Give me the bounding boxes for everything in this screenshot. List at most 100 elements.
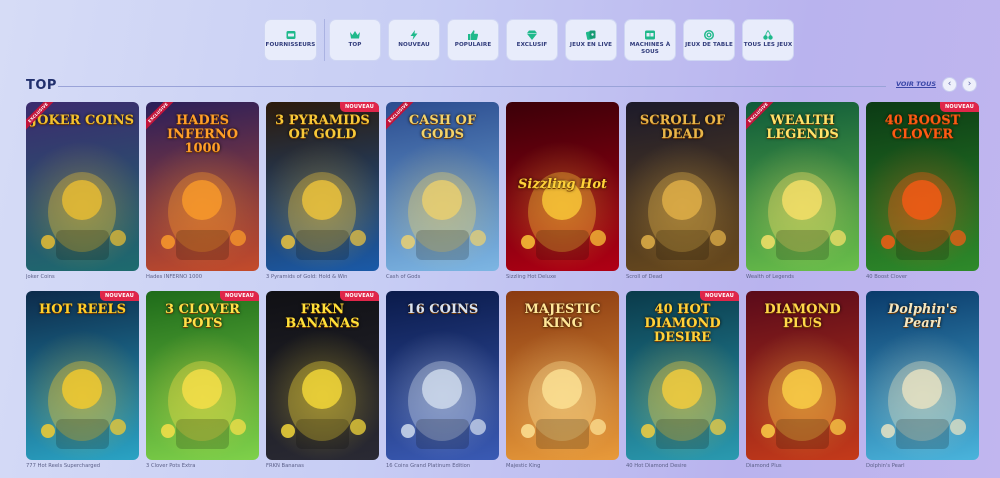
crown-icon bbox=[349, 26, 361, 39]
game-thumbnail[interactable]: Dolphin's Pearl bbox=[866, 291, 979, 460]
game-name: Diamond Plus bbox=[746, 463, 782, 469]
game-tile[interactable]: HOT REELS NOUVEAU 777 Hot Reels Supercharg… bbox=[26, 291, 139, 469]
game-thumbnail[interactable]: WEALTH LEGENDS EXCLUSIVE bbox=[746, 102, 859, 271]
category-label: Fournisseurs bbox=[265, 42, 316, 48]
next-arrow-button[interactable]: › bbox=[962, 77, 977, 92]
category-label: Exclusif bbox=[516, 42, 548, 48]
category-label: Nouveau bbox=[398, 42, 430, 48]
view-all-link[interactable]: VOIR TOUS bbox=[896, 80, 936, 88]
game-tile[interactable]: Sizzling Hot Sizzling Hot Deluxe bbox=[506, 102, 619, 280]
category-separator bbox=[324, 19, 325, 61]
new-badge: NOUVEAU bbox=[220, 291, 259, 301]
new-badge: NOUVEAU bbox=[340, 291, 379, 301]
prev-arrow-button[interactable]: ‹ bbox=[942, 77, 957, 92]
game-logo: 40 HOT DIAMOND DESIRE bbox=[644, 302, 721, 345]
category-label: Tous les jeux bbox=[743, 42, 793, 48]
category-label: Populaire bbox=[454, 42, 492, 48]
game-logo: HADES INFERNO 1000 bbox=[166, 113, 239, 156]
game-tile[interactable]: FRKN BANANAS NOUVEAU FRKN Bananas bbox=[266, 291, 379, 469]
game-tile[interactable]: SCROLL OF DEAD Scroll of Dead bbox=[626, 102, 739, 280]
game-logo: MAJESTIC KING bbox=[524, 302, 601, 331]
game-thumbnail[interactable]: 40 BOOST CLOVER NOUVEAU bbox=[866, 102, 979, 271]
game-tile[interactable]: CASH OF GODS EXCLUSIVE Cash of Gods bbox=[386, 102, 499, 280]
category-top[interactable]: Top bbox=[329, 19, 381, 61]
thumbs-up-icon bbox=[467, 26, 479, 40]
game-logo: CASH OF GODS bbox=[408, 113, 477, 142]
game-logo: SCROLL OF DEAD bbox=[639, 113, 726, 142]
category-label: Jeux de table bbox=[685, 42, 733, 48]
category-bar: Fournisseurs Top Nouveau Populaire Exclusif J… bbox=[264, 19, 801, 61]
game-name: Cash of Gods bbox=[386, 274, 421, 280]
game-thumbnail[interactable]: 3 CLOVER POTS NOUVEAU bbox=[146, 291, 259, 460]
new-badge: NOUVEAU bbox=[940, 102, 979, 112]
game-name: Scroll of Dead bbox=[626, 274, 663, 280]
game-tile[interactable]: Dolphin's Pearl Dolphin's Pearl bbox=[866, 291, 979, 469]
game-name: 16 Coins Grand Platinum Edition bbox=[386, 463, 471, 469]
game-thumbnail[interactable]: JOKER COINS EXCLUSIVE bbox=[26, 102, 139, 271]
game-tile[interactable]: 40 BOOST CLOVER NOUVEAU 40 Boost Clover bbox=[866, 102, 979, 280]
game-logo: Sizzling Hot bbox=[518, 177, 607, 192]
category-populaire[interactable]: Populaire bbox=[447, 19, 499, 61]
game-name: Dolphin's Pearl bbox=[866, 463, 905, 469]
game-thumbnail[interactable]: 3 PYRAMIDS OF GOLD NOUVEAU bbox=[266, 102, 379, 271]
game-name: 40 Boost Clover bbox=[866, 274, 908, 280]
category-tous-les-jeux[interactable]: Tous les jeux bbox=[742, 19, 794, 61]
provider-icon bbox=[285, 26, 297, 39]
category-exclusif[interactable]: Exclusif bbox=[506, 19, 558, 61]
category-label: Top bbox=[348, 42, 362, 48]
game-tile[interactable]: 16 COINS 16 Coins Grand Platinum Edition bbox=[386, 291, 499, 469]
category-jeux-de-table[interactable]: Jeux de table bbox=[683, 19, 735, 61]
category-nouveau[interactable]: Nouveau bbox=[388, 19, 440, 61]
game-tile[interactable]: WEALTH LEGENDS EXCLUSIVE Wealth of Legends bbox=[746, 102, 859, 280]
chip-icon bbox=[703, 26, 715, 40]
game-logo: FRKN BANANAS bbox=[285, 302, 360, 331]
game-thumbnail[interactable]: HOT REELS NOUVEAU bbox=[26, 291, 139, 460]
game-logo: WEALTH LEGENDS bbox=[766, 113, 839, 142]
game-tile[interactable]: 3 CLOVER POTS NOUVEAU 3 Clover Pots Extra bbox=[146, 291, 259, 469]
game-logo: 16 COINS bbox=[406, 302, 479, 317]
game-logo: DIAMOND PLUS bbox=[764, 302, 841, 331]
game-name: 3 Clover Pots Extra bbox=[146, 463, 196, 469]
category-label: Jeux en live bbox=[569, 42, 613, 48]
game-logo: Dolphin's Pearl bbox=[887, 302, 958, 331]
game-thumbnail[interactable]: 16 COINS bbox=[386, 291, 499, 460]
game-tile[interactable]: JOKER COINS EXCLUSIVE Joker Coins bbox=[26, 102, 139, 280]
category-machines-sous[interactable]: Machines à sous bbox=[624, 19, 676, 61]
game-thumbnail[interactable]: MAJESTIC KING bbox=[506, 291, 619, 460]
game-thumbnail[interactable]: HADES INFERNO 1000 EXCLUSIVE bbox=[146, 102, 259, 271]
new-badge: NOUVEAU bbox=[100, 291, 139, 301]
game-name: Wealth of Legends bbox=[746, 274, 795, 280]
category-jeux-en-live[interactable]: Jeux en live bbox=[565, 19, 617, 61]
game-logo: 3 PYRAMIDS OF GOLD bbox=[275, 113, 370, 142]
game-thumbnail[interactable]: SCROLL OF DEAD bbox=[626, 102, 739, 271]
game-name: 40 Hot Diamond Desire bbox=[626, 463, 687, 469]
game-logo: JOKER COINS bbox=[30, 113, 135, 128]
game-tile[interactable]: 3 PYRAMIDS OF GOLD NOUVEAU 3 Pyramids of G… bbox=[266, 102, 379, 280]
live-cards-icon bbox=[585, 26, 597, 40]
game-tile[interactable]: HADES INFERNO 1000 EXCLUSIVE Hades INFERNO… bbox=[146, 102, 259, 280]
game-name: Sizzling Hot Deluxe bbox=[506, 274, 557, 280]
diamond-icon bbox=[526, 26, 538, 40]
new-badge: NOUVEAU bbox=[700, 291, 739, 301]
section-title: TOP bbox=[26, 78, 57, 93]
game-name: 777 Hot Reels Supercharged bbox=[26, 463, 101, 469]
game-tile[interactable]: 40 HOT DIAMOND DESIRE NOUVEAU 40 Hot Diamo… bbox=[626, 291, 739, 469]
game-thumbnail[interactable]: Sizzling Hot bbox=[506, 102, 619, 271]
game-thumbnail[interactable]: FRKN BANANAS NOUVEAU bbox=[266, 291, 379, 460]
cherries-icon bbox=[762, 26, 774, 40]
game-tile[interactable]: DIAMOND PLUS Diamond Plus bbox=[746, 291, 859, 469]
game-logo: 3 CLOVER POTS bbox=[165, 302, 240, 331]
lightning-icon bbox=[408, 26, 420, 40]
section-divider bbox=[58, 86, 886, 87]
slot-machine-icon bbox=[644, 26, 656, 40]
game-logo: HOT REELS bbox=[39, 302, 126, 317]
game-thumbnail[interactable]: DIAMOND PLUS bbox=[746, 291, 859, 460]
game-name: Majestic King bbox=[506, 463, 541, 469]
game-logo: 40 BOOST CLOVER bbox=[884, 113, 961, 142]
new-badge: NOUVEAU bbox=[340, 102, 379, 112]
game-thumbnail[interactable]: 40 HOT DIAMOND DESIRE NOUVEAU bbox=[626, 291, 739, 460]
game-thumbnail[interactable]: CASH OF GODS EXCLUSIVE bbox=[386, 102, 499, 271]
category-fournisseurs[interactable]: Fournisseurs bbox=[264, 19, 317, 61]
game-name: 3 Pyramids of Gold: Hold & Win bbox=[266, 274, 348, 280]
game-tile[interactable]: MAJESTIC KING Majestic King bbox=[506, 291, 619, 469]
